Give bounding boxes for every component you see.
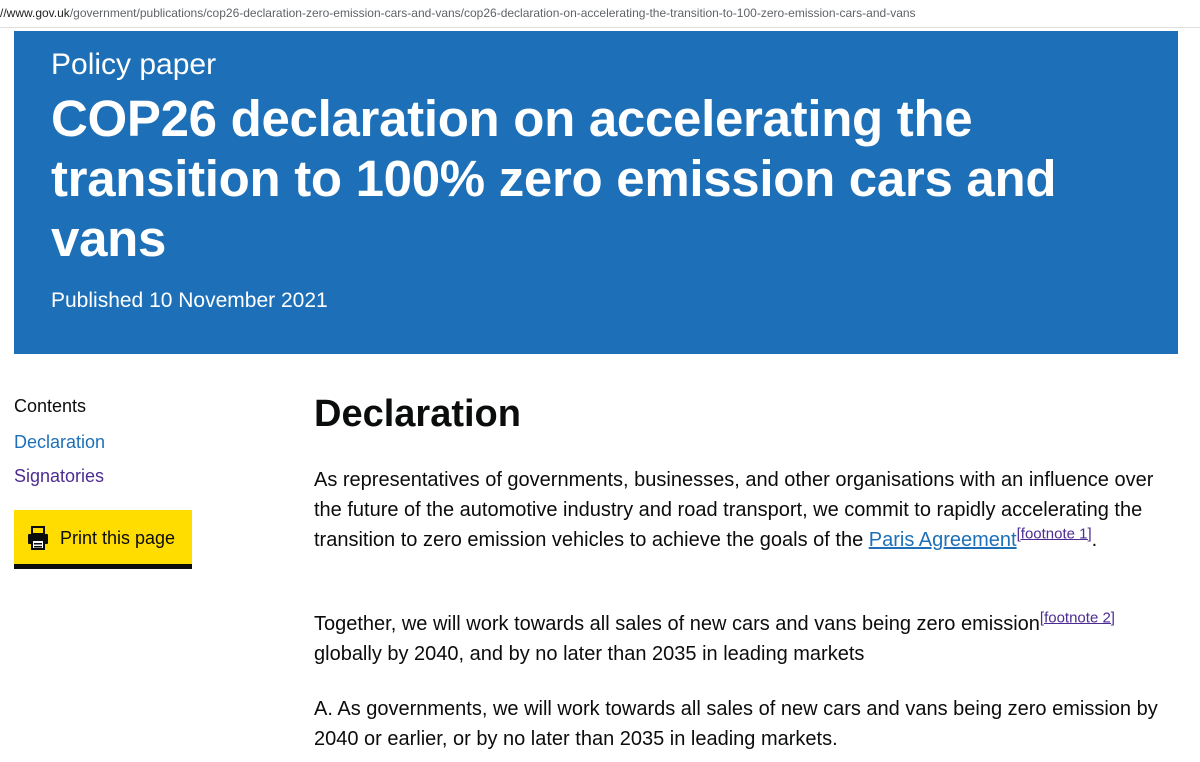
paragraph-2-text: Together, we will work towards all sales… bbox=[314, 613, 1040, 635]
paragraph-1: As representatives of governments, busin… bbox=[314, 465, 1174, 555]
page-header-banner: Policy paper COP26 declaration on accele… bbox=[14, 31, 1178, 354]
footnote-2-link[interactable]: [footnote 2] bbox=[1040, 609, 1115, 626]
contents-link-declaration[interactable]: Declaration bbox=[14, 430, 105, 454]
paragraph-2: Together, we will work towards all sales… bbox=[314, 609, 1174, 669]
url-host: //www.gov.uk bbox=[0, 6, 70, 20]
contents-label: Contents bbox=[14, 396, 87, 416]
paragraph-2-end: globally by 2040, and by no later than 2… bbox=[314, 643, 865, 665]
footnote-1-link[interactable]: [footnote 1] bbox=[1017, 525, 1092, 542]
printer-icon bbox=[28, 526, 48, 550]
page-title: COP26 declaration on accelerating the tr… bbox=[51, 90, 1057, 267]
page-caption: Policy paper bbox=[51, 48, 217, 81]
print-button-label: Print this page bbox=[60, 528, 176, 548]
address-bar[interactable]: //www.gov.uk/government/publications/cop… bbox=[0, 0, 1200, 28]
paris-agreement-link[interactable]: Paris Agreement bbox=[869, 529, 1017, 551]
section-heading-declaration: Declaration bbox=[314, 393, 521, 435]
contents-link-signatories[interactable]: Signatories bbox=[14, 464, 104, 488]
print-page-button[interactable]: Print this page bbox=[14, 510, 192, 569]
url-text[interactable]: //www.gov.uk/government/publications/cop… bbox=[0, 6, 916, 20]
paragraph-1-end: . bbox=[1091, 529, 1098, 551]
paragraph-3: A. As governments, we will work towards … bbox=[314, 698, 1158, 750]
published-date: Published 10 November 2021 bbox=[51, 289, 328, 312]
url-path: /government/publications/cop26-declarati… bbox=[69, 6, 916, 20]
